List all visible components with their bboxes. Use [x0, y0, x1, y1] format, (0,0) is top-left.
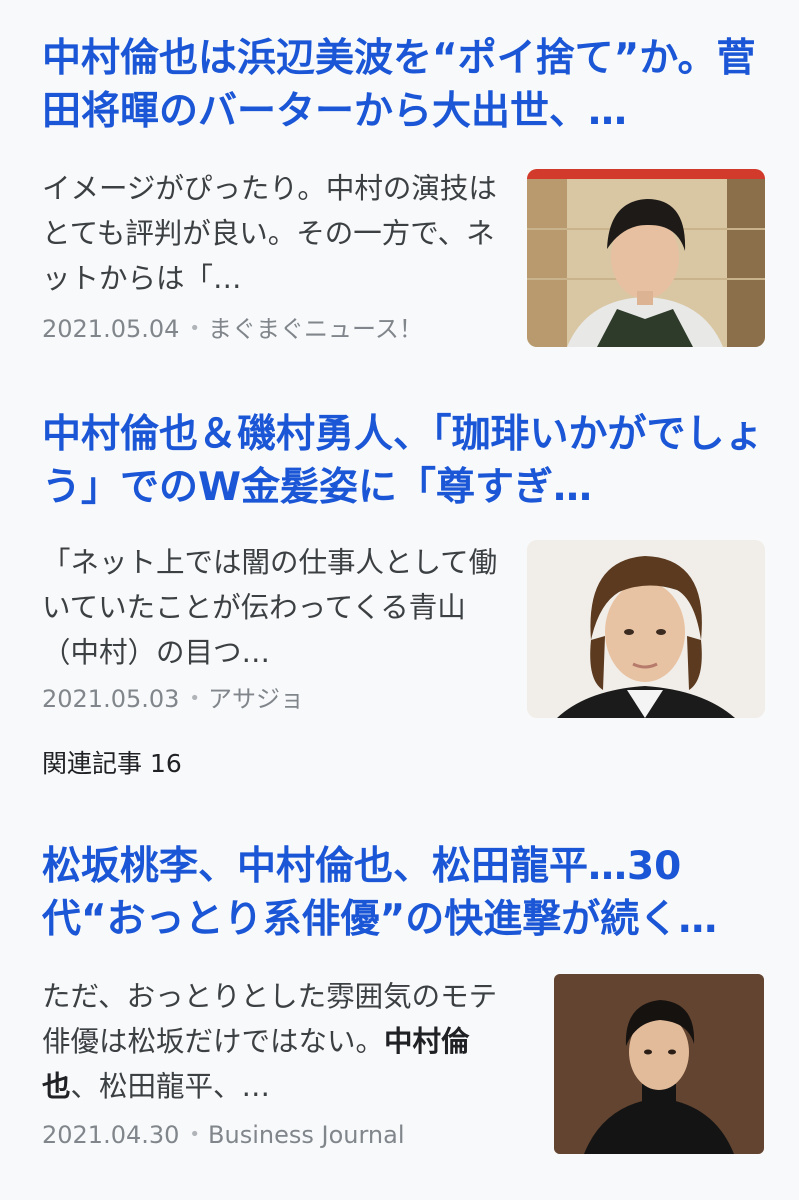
article-date: 2021.05.04: [42, 315, 180, 343]
article-card-2[interactable]: 中村倫也＆磯村勇人、「珈琲いかがでしょう」でのW金髪姿に「尊すぎ… 「ネット上で…: [0, 380, 799, 730]
article-thumbnail[interactable]: [527, 540, 765, 718]
article-card-1[interactable]: 中村倫也は浜辺美波を“ポイ捨て”か。菅田将暉のバーターから大出世、… イメージが…: [0, 0, 799, 380]
article-snippet: ただ、おっとりとした雰囲気のモテ俳優は松坂だけではない。中村倫也、松田龍平、…: [42, 974, 507, 1109]
portrait-image: [554, 974, 764, 1154]
article-headline[interactable]: 中村倫也＆磯村勇人、「珈琲いかがでしょう」でのW金髪姿に「尊すぎ…: [42, 408, 772, 514]
article-meta: 2021.04.30 • Business Journal: [42, 1120, 512, 1150]
portrait-image: [527, 169, 765, 347]
article-source: アサジョ: [208, 685, 305, 713]
article-card-3[interactable]: 松坂桃李、中村倫也、松田龍平…30代“おっとり系俳優”の快進撃が続く… ただ、お…: [0, 810, 799, 1200]
article-snippet: イメージがぴったり。中村の演技はとても評判が良い。その一方で、ネットからは「…: [42, 172, 497, 295]
article-thumbnail[interactable]: [527, 169, 765, 347]
article-date: 2021.05.03: [42, 685, 180, 713]
article-source: Business Journal: [208, 1121, 405, 1149]
article-headline[interactable]: 中村倫也は浜辺美波を“ポイ捨て”か。菅田将暉のバーターから大出世、…: [42, 32, 772, 138]
related-articles-link[interactable]: 関連記事 16: [42, 746, 182, 782]
article-source: まぐまぐニュース！: [208, 315, 423, 343]
article-meta: 2021.05.03 • アサジョ: [42, 684, 512, 714]
article-thumbnail[interactable]: [554, 974, 764, 1154]
article-headline[interactable]: 松坂桃李、中村倫也、松田龍平…30代“おっとり系俳優”の快進撃が続く…: [42, 840, 772, 946]
article-snippet: 「ネット上では闇の仕事人として働いていたことが伝わってくる青山（中村）の目つ…: [42, 546, 498, 669]
article-meta: 2021.05.04 • まぐまぐニュース！: [42, 314, 512, 344]
separator-dot: •: [189, 318, 201, 339]
separator-dot: •: [189, 1124, 201, 1145]
snippet-text: 、松田龍平、…: [70, 1070, 271, 1103]
separator-dot: •: [189, 688, 201, 709]
article-date: 2021.04.30: [42, 1121, 180, 1149]
portrait-image: [527, 540, 765, 718]
